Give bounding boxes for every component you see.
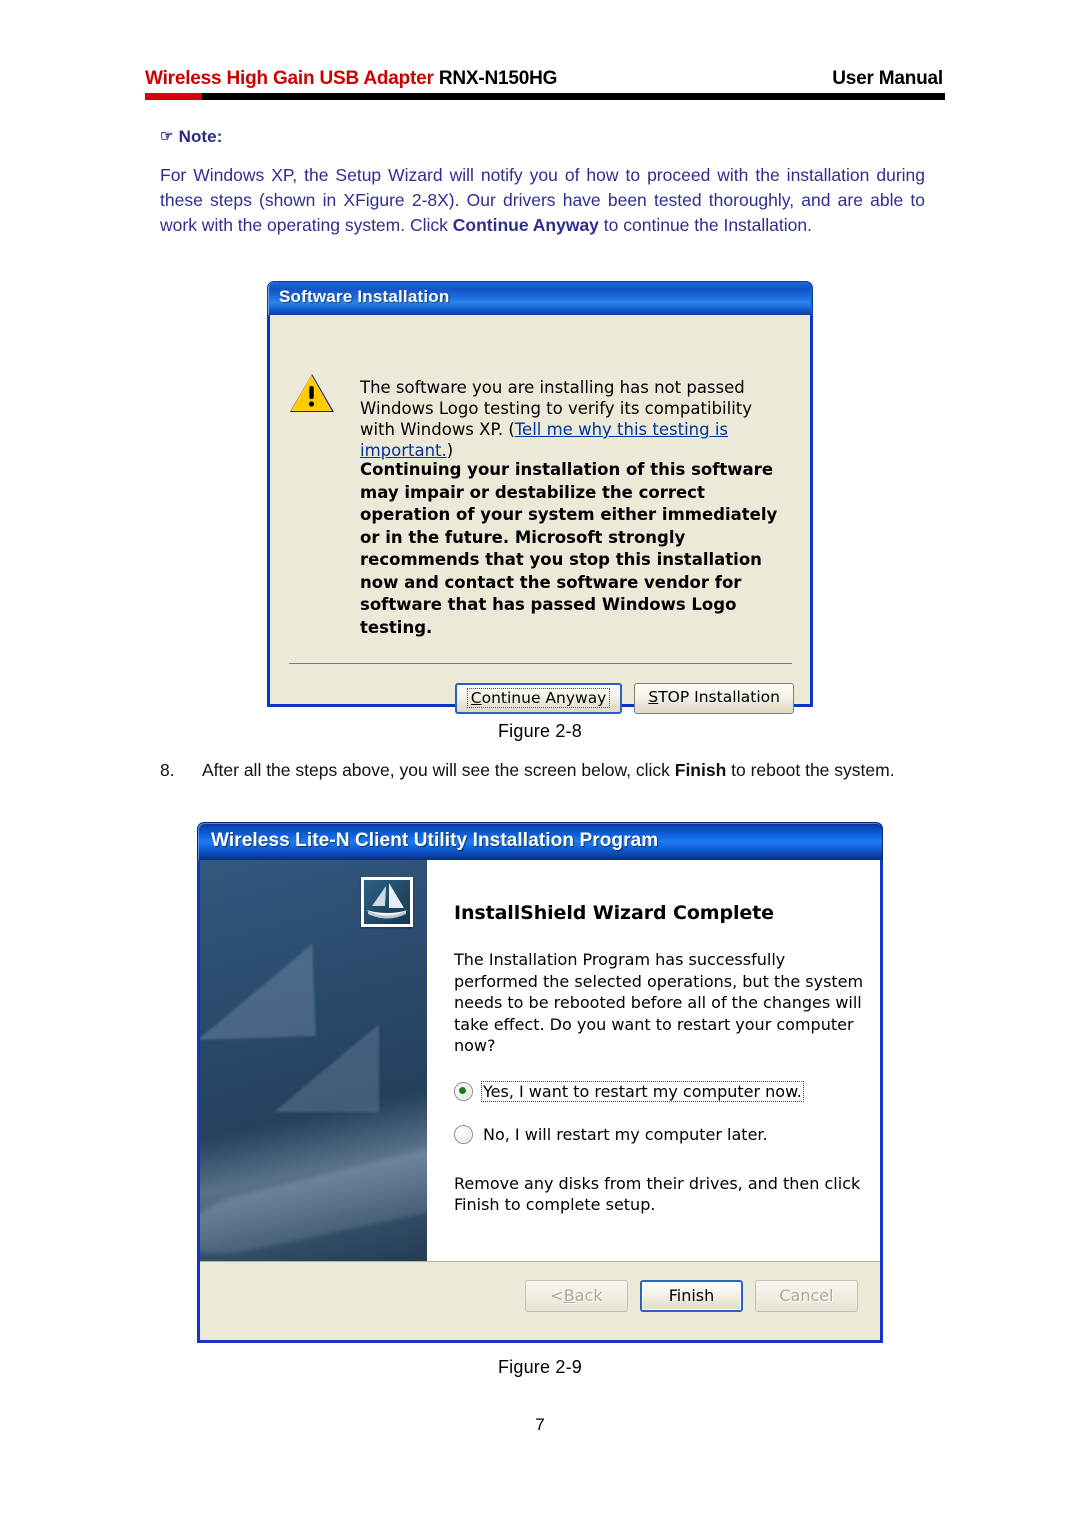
note-block: ☞ Note: For Windows XP, the Setup Wizard … [160,127,925,238]
step-8-text-a: After all the steps above, you will see … [202,760,675,780]
software-installation-dialog: Software Installation The software you a… [267,281,813,714]
note-body: For Windows XP, the Setup Wizard will no… [160,163,925,238]
header-divider-rule [145,93,945,100]
software-dialog-title: Software Installation [279,287,450,306]
page-number: 7 [535,1415,545,1434]
installshield-wizard-window: Wireless Lite-N Client Utility Installat… [197,822,883,1343]
product-name-red: Wireless High Gain USB Adapter [145,68,434,89]
software-dialog-titlebar: Software Installation [267,281,813,315]
step-8-text: After all the steps above, you will see … [202,758,925,783]
pointing-hand-icon: ☞ [160,128,174,145]
software-dialog-button-bar: Continue Anyway STOP Installation [454,683,794,714]
installshield-sidebar-graphic [200,860,427,1261]
finish-button-label: Finish [668,1286,715,1305]
installshield-sail-icon [361,877,413,927]
sidebar-sail-shape-2 [274,1024,379,1112]
back-button-label: ack [574,1286,603,1305]
installshield-title: Wireless Lite-N Client Utility Installat… [211,830,659,851]
step-8: 8. After all the steps above, you will s… [160,758,925,783]
back-button-prefix: < [550,1286,564,1305]
note-title: ☞ Note: [160,127,925,147]
header-title: Wireless High Gain USB Adapter RNX-N150H… [145,68,557,90]
step-8-bold: Finish [674,760,727,780]
restart-later-radio[interactable] [454,1124,473,1144]
software-dialog-body: The software you are installing has not … [267,315,813,714]
installshield-titlebar: Wireless Lite-N Client Utility Installat… [197,822,883,860]
message-primary-text-b: ) [446,441,454,460]
continue-anyway-button[interactable]: Continue Anyway [454,683,623,714]
continue-anyway-focus-ring: Continue Anyway [466,688,611,708]
software-dialog-message-warning: Continuing your installation of this sof… [360,460,778,637]
installshield-main: InstallShield Wizard Complete The Instal… [200,860,880,1261]
back-button-accel: B [563,1286,575,1305]
stop-installation-accel: S [648,688,659,706]
installshield-footer: < Back Finish Cancel [200,1261,880,1340]
cancel-button[interactable]: Cancel [755,1280,858,1312]
step-8-number: 8. [160,760,175,780]
product-model: RNX-N150HG [433,68,558,89]
restart-now-label[interactable]: Yes, I want to restart my computer now. [481,1080,804,1102]
restart-now-radio-row[interactable]: Yes, I want to restart my computer now. [454,1080,874,1102]
restart-later-label[interactable]: No, I will restart my computer later. [481,1124,770,1145]
continue-anyway-accel: C [470,689,482,707]
step-8-text-b: to reboot the system. [726,760,895,780]
installshield-sail-icon-inner [364,880,410,924]
note-body-bold: Continue Anyway [452,215,599,235]
figure-2-9-caption: Figure 2-9 [497,1357,583,1377]
stop-installation-button[interactable]: STOP Installation [634,683,794,714]
header-row: Wireless High Gain USB Adapter RNX-N150H… [145,68,945,90]
page-header: Wireless High Gain USB Adapter RNX-N150H… [145,68,945,100]
stop-installation-label: TOP Installation [658,688,780,706]
installshield-heading: InstallShield Wizard Complete [454,902,774,924]
installshield-paragraph: The Installation Program has successfull… [454,950,864,1055]
cancel-button-label: Cancel [779,1286,834,1305]
restart-now-radio[interactable] [454,1081,473,1101]
restart-later-radio-row[interactable]: No, I will restart my computer later. [454,1124,874,1145]
figure-2-8-caption: Figure 2-8 [497,721,583,741]
warning-triangle-icon [289,372,335,414]
continue-anyway-label: ontinue Anyway [481,689,607,707]
header-divider-red-segment [145,93,202,100]
back-button[interactable]: < Back [525,1280,628,1312]
installshield-body: InstallShield Wizard Complete The Instal… [197,860,883,1343]
installshield-button-bar: < Back Finish Cancel [525,1280,858,1312]
software-dialog-message-primary: The software you are installing has not … [360,377,785,461]
installshield-paragraph-2: Remove any disks from their drives, and … [454,1173,861,1215]
software-dialog-separator [289,663,792,664]
installshield-content-pane: InstallShield Wizard Complete The Instal… [427,860,900,1261]
finish-button[interactable]: Finish [640,1280,743,1312]
note-body-text-2: to continue the Installation. [598,215,812,235]
note-title-label: Note: [178,127,223,146]
header-manual-label: User Manual [832,68,943,89]
